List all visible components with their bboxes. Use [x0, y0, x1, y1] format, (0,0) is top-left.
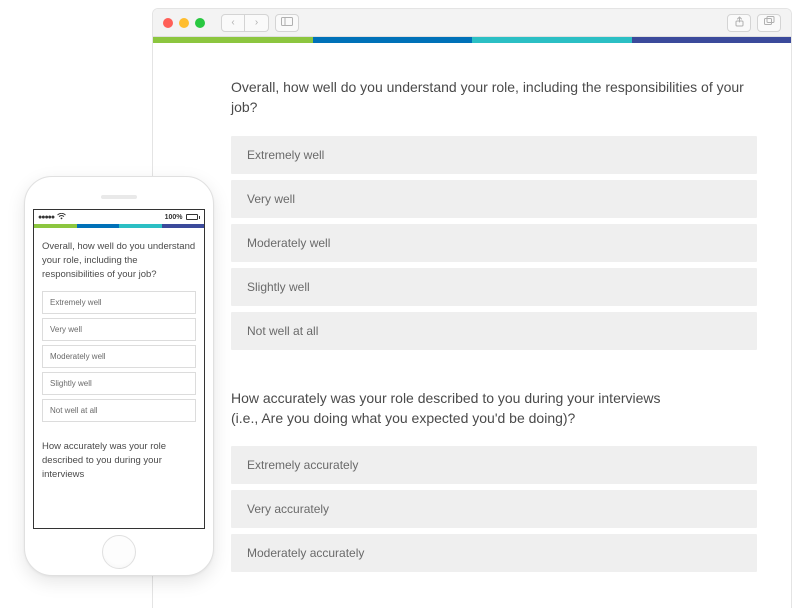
- forward-button[interactable]: ›: [245, 14, 269, 32]
- sidebar-toggle-button[interactable]: [275, 14, 299, 32]
- question-2-line1: How accurately was your role described t…: [231, 390, 661, 406]
- question-2-options: Extremely accurately Very accurately Mod…: [231, 446, 757, 572]
- minimize-icon[interactable]: [179, 18, 189, 28]
- nav-buttons: ‹ ›: [221, 14, 299, 32]
- battery-percent: 100%: [165, 214, 183, 221]
- answer-option[interactable]: Extremely well: [42, 291, 196, 314]
- answer-option[interactable]: Very well: [231, 180, 757, 218]
- survey-content: Overall, how well do you understand your…: [153, 43, 791, 572]
- brand-stripe: [153, 37, 791, 43]
- share-button[interactable]: [727, 14, 751, 32]
- phone-question-1-text: Overall, how well do you understand your…: [42, 240, 196, 281]
- chevron-left-icon: ‹: [231, 17, 234, 28]
- battery-icon: [186, 214, 201, 220]
- answer-option[interactable]: Moderately accurately: [231, 534, 757, 572]
- browser-toolbar: ‹ ›: [153, 9, 791, 37]
- phone-speaker: [101, 195, 137, 199]
- phone-question-1-options: Extremely well Very well Moderately well…: [42, 291, 196, 422]
- answer-option[interactable]: Moderately well: [231, 224, 757, 262]
- sidebar-icon: [281, 17, 293, 28]
- maximize-icon[interactable]: [195, 18, 205, 28]
- close-icon[interactable]: [163, 18, 173, 28]
- answer-option[interactable]: Very well: [42, 318, 196, 341]
- answer-option[interactable]: Extremely well: [231, 136, 757, 174]
- share-icon: [735, 16, 744, 30]
- phone-mockup: ●●●●● 100% Overall, how well do you unde…: [24, 176, 214, 576]
- question-2-line2: (i.e., Are you doing what you expected y…: [231, 410, 575, 426]
- chevron-right-icon: ›: [255, 17, 258, 28]
- signal-icon: ●●●●●: [38, 214, 54, 221]
- answer-option[interactable]: Very accurately: [231, 490, 757, 528]
- phone-screen: ●●●●● 100% Overall, how well do you unde…: [33, 209, 205, 529]
- phone-status-bar: ●●●●● 100%: [34, 210, 204, 224]
- answer-option[interactable]: Moderately well: [42, 345, 196, 368]
- tabs-icon: [764, 16, 775, 29]
- phone-question-2-text: How accurately was your role described t…: [42, 440, 196, 481]
- question-1-options: Extremely well Very well Moderately well…: [231, 136, 757, 350]
- question-2-text: How accurately was your role described t…: [231, 388, 757, 429]
- tabs-button[interactable]: [757, 14, 781, 32]
- window-controls: [163, 18, 205, 28]
- answer-option[interactable]: Extremely accurately: [231, 446, 757, 484]
- phone-survey-content: Overall, how well do you understand your…: [34, 228, 204, 492]
- back-button[interactable]: ‹: [221, 14, 245, 32]
- question-1-text: Overall, how well do you understand your…: [231, 77, 757, 118]
- answer-option[interactable]: Not well at all: [42, 399, 196, 422]
- browser-window: ‹ › Ov: [152, 8, 792, 608]
- answer-option[interactable]: Slightly well: [231, 268, 757, 306]
- answer-option[interactable]: Not well at all: [231, 312, 757, 350]
- answer-option[interactable]: Slightly well: [42, 372, 196, 395]
- home-button[interactable]: [102, 535, 136, 569]
- wifi-icon: [57, 213, 66, 222]
